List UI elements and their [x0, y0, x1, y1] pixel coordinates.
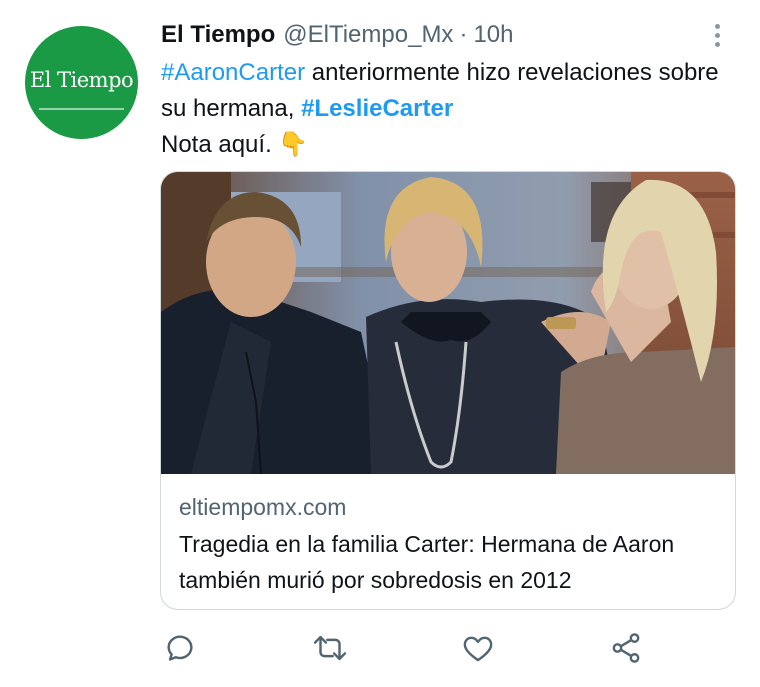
card-title: Tragedia en la familia Carter: Hermana d…: [179, 531, 675, 593]
more-options-icon[interactable]: [710, 20, 724, 50]
author-name[interactable]: El Tiempo: [161, 20, 275, 50]
tweet-text-line2: Nota aquí.: [161, 131, 279, 158]
tweet-timestamp[interactable]: 10h: [473, 20, 513, 50]
avatar[interactable]: El Tiempo: [25, 26, 138, 139]
more-dot: [714, 23, 720, 29]
header-separator: ·: [459, 21, 468, 48]
card-photo: [161, 172, 735, 474]
avatar-logo-rule: [39, 108, 124, 110]
avatar-logo-text: El Tiempo: [29, 67, 134, 92]
card-domain: eltiempomx.com: [179, 494, 347, 520]
link-card[interactable]: eltiempomx.com Tragedia en la familia Ca…: [160, 171, 736, 610]
hashtag-lesliecarter[interactable]: #LeslieCarter: [301, 95, 453, 122]
more-dot: [714, 32, 720, 38]
retweet-icon[interactable]: [310, 628, 350, 668]
tweet-header: El Tiempo @ElTiempo_Mx · 10h: [161, 20, 513, 50]
reply-icon[interactable]: [160, 628, 200, 668]
share-icon[interactable]: [606, 628, 646, 668]
more-dot: [714, 41, 720, 47]
author-handle[interactable]: @ElTiempo_Mx: [283, 20, 453, 50]
hashtag-aaroncarter[interactable]: #AaronCarter: [161, 59, 305, 86]
tweet-actions: [0, 628, 760, 678]
heart-icon[interactable]: [458, 628, 498, 668]
tweet-text: #AaronCarter anteriormente hizo revelaci…: [161, 55, 741, 163]
pointing-down-emoji: 👇: [278, 131, 309, 158]
